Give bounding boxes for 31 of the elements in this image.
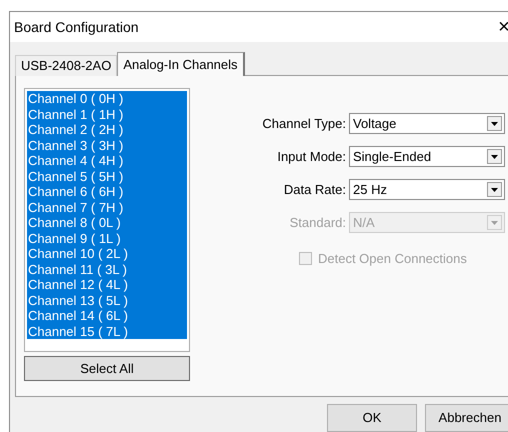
- dropdown[interactable]: Voltage: [349, 113, 505, 134]
- tab[interactable]: USB-2408-2AO: [15, 55, 118, 76]
- dropdown[interactable]: 25 Hz: [349, 179, 505, 200]
- channel-item[interactable]: Channel 14 ( 6L ): [27, 308, 187, 324]
- dropdown[interactable]: Single-Ended: [349, 146, 505, 167]
- channel-item[interactable]: Channel 9 ( 1L ): [27, 230, 187, 246]
- field-label: Channel Type:: [261, 114, 346, 133]
- ok-button[interactable]: OK: [327, 404, 417, 432]
- channel-item[interactable]: Channel 10 ( 2L ): [27, 246, 187, 262]
- channel-item[interactable]: Channel 8 ( 0L ): [27, 215, 187, 230]
- channel-item[interactable]: Channel 0 ( 0H ): [27, 91, 187, 106]
- channel-item[interactable]: Channel 7 ( 7H ): [27, 200, 187, 215]
- channel-item[interactable]: Channel 1 ( 1H ): [27, 106, 187, 122]
- field-label: Data Rate:: [282, 180, 346, 199]
- select-all-button[interactable]: Select All: [24, 356, 190, 381]
- channel-list[interactable]: [24, 88, 190, 352]
- channel-item[interactable]: Channel 13 ( 5L ): [27, 292, 187, 308]
- channel-item[interactable]: Channel 11 ( 3L ): [27, 262, 187, 277]
- cancel-button[interactable]: Abbrechen: [425, 404, 508, 432]
- tab[interactable]: Analog-In Channels: [117, 52, 245, 76]
- channel-item[interactable]: Channel 5 ( 5H ): [27, 168, 187, 184]
- channel-item[interactable]: Channel 4 ( 4H ): [27, 153, 187, 168]
- window-title: Board Configuration: [14, 18, 139, 37]
- channel-item[interactable]: Channel 2 ( 2H ): [27, 122, 187, 138]
- channel-item[interactable]: Channel 3 ( 3H ): [27, 138, 187, 153]
- field-label: Input Mode:: [276, 148, 346, 166]
- channel-item[interactable]: Channel 6 ( 6H ): [27, 184, 187, 200]
- channel-item[interactable]: Channel 15 ( 7L ): [27, 324, 187, 339]
- checkbox-label: Detect Open Connections: [318, 250, 467, 268]
- channel-item[interactable]: Channel 12 ( 4L ): [27, 277, 187, 292]
- field-label: Standard:: [288, 214, 346, 232]
